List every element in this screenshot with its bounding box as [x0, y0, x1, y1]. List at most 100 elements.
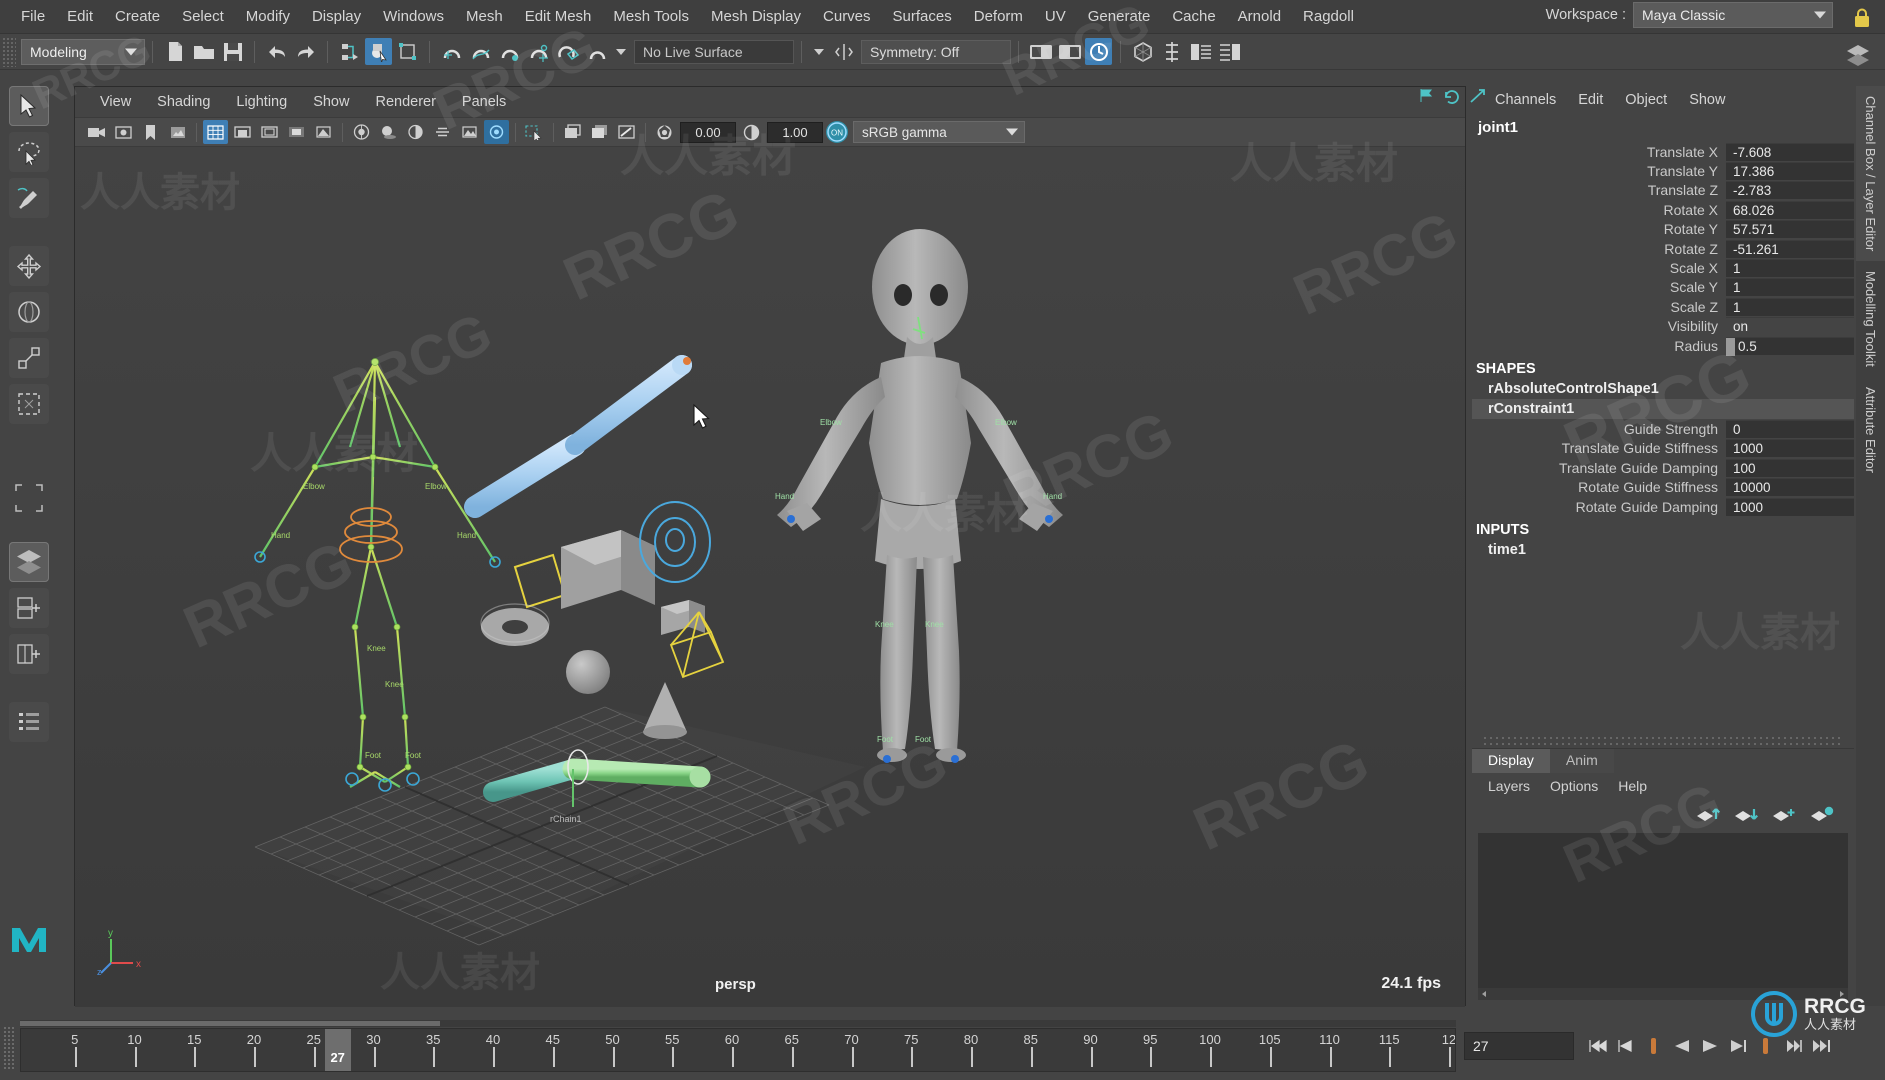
- depth-of-field-icon[interactable]: [484, 120, 509, 144]
- last-tool-used[interactable]: [9, 384, 49, 424]
- go-to-end-icon[interactable]: [1782, 1034, 1806, 1058]
- channel-row-rotate-z[interactable]: Rotate Z -51.261: [1472, 239, 1854, 258]
- channel-value-field[interactable]: -7.608: [1726, 143, 1854, 161]
- channel-row-rotate-guide-damping[interactable]: Rotate Guide Damping 1000: [1472, 497, 1854, 516]
- menu-item-edit[interactable]: Edit: [56, 6, 104, 27]
- gamma-icon[interactable]: [739, 120, 764, 144]
- bookmark-flag-icon[interactable]: [1418, 88, 1434, 104]
- menu-item-select[interactable]: Select: [171, 6, 235, 27]
- layout-single-pane-icon[interactable]: [9, 542, 49, 582]
- undo-view-icon[interactable]: [1443, 88, 1460, 104]
- channel-value-field[interactable]: -51.261: [1726, 240, 1854, 258]
- render-current-frame-icon[interactable]: [1027, 38, 1054, 65]
- new-scene-icon[interactable]: [161, 38, 188, 65]
- grid-display-icon[interactable]: [203, 120, 228, 144]
- tool-settings-icon[interactable]: [1187, 38, 1214, 65]
- layout-add-pane-icon[interactable]: [9, 588, 49, 628]
- channel-row-translate-z[interactable]: Translate Z -2.783: [1472, 181, 1854, 200]
- menu-item-mesh[interactable]: Mesh: [455, 6, 514, 27]
- scale-tool[interactable]: [9, 338, 49, 378]
- channel-row-rotate-guide-stiffness[interactable]: Rotate Guide Stiffness 10000: [1472, 477, 1854, 496]
- snap-to-projected-center-icon[interactable]: [525, 38, 552, 65]
- timeline-grip-handle[interactable]: [3, 1026, 15, 1070]
- channel-row-translate-guide-damping[interactable]: Translate Guide Damping 100: [1472, 458, 1854, 477]
- viewport-menu-show[interactable]: Show: [300, 92, 362, 112]
- multisample-aa-icon[interactable]: [457, 120, 482, 144]
- live-surface-field[interactable]: No Live Surface: [634, 40, 794, 64]
- channel-row-radius[interactable]: Radius 0.5: [1472, 336, 1854, 355]
- layer-menu-help[interactable]: Help: [1608, 776, 1657, 796]
- screen-space-ao-icon[interactable]: [403, 120, 428, 144]
- resolution-gate-icon[interactable]: [257, 120, 282, 144]
- step-forward-frame-icon[interactable]: [1726, 1034, 1750, 1058]
- snap-to-grid-icon[interactable]: [438, 38, 465, 65]
- symmetry-icon[interactable]: [830, 38, 857, 65]
- channel-box-menu-show[interactable]: Show: [1678, 90, 1736, 110]
- open-scene-icon[interactable]: [190, 38, 217, 65]
- redo-icon[interactable]: [292, 38, 319, 65]
- channel-row-translate-guide-stiffness[interactable]: Translate Guide Stiffness 1000: [1472, 439, 1854, 458]
- xray-joints-icon[interactable]: [614, 120, 639, 144]
- input-item-time1[interactable]: time1: [1472, 540, 1854, 560]
- viewport-menu-panels[interactable]: Panels: [449, 92, 519, 112]
- toolbar-grip-handle[interactable]: [2, 37, 16, 67]
- select-by-hierarchy-icon[interactable]: [336, 38, 363, 65]
- isolate-select-icon[interactable]: [560, 120, 585, 144]
- go-to-end-double-icon[interactable]: [1810, 1034, 1834, 1058]
- channel-value-field[interactable]: -2.783: [1726, 181, 1854, 199]
- channel-value-field[interactable]: 1000: [1726, 498, 1854, 516]
- channel-value-field[interactable]: 0: [1726, 420, 1854, 438]
- select-tool[interactable]: [9, 86, 49, 126]
- menu-item-curves[interactable]: Curves: [812, 6, 882, 27]
- bookmark-icon[interactable]: [138, 120, 163, 144]
- layer-new-selected-icon[interactable]: [1810, 805, 1834, 823]
- move-tool[interactable]: [9, 246, 49, 286]
- menu-item-file[interactable]: File: [10, 6, 56, 27]
- exposure-icon[interactable]: [652, 120, 677, 144]
- scroll-left-icon[interactable]: [1478, 988, 1490, 1000]
- channel-box-menu-edit[interactable]: Edit: [1567, 90, 1614, 110]
- menu-item-mesh-tools[interactable]: Mesh Tools: [602, 6, 700, 27]
- gate-mask-icon[interactable]: [284, 120, 309, 144]
- viewport-menu-view[interactable]: View: [87, 92, 144, 112]
- viewport-menu-shading[interactable]: Shading: [144, 92, 223, 112]
- vtab-modelling-toolkit[interactable]: Modelling Toolkit: [1856, 261, 1885, 377]
- shape-item-rabsolutecontrolshape1[interactable]: rAbsoluteControlShape1: [1472, 379, 1854, 399]
- channel-value-field[interactable]: 0.5: [1726, 337, 1854, 355]
- symmetry-dropdown[interactable]: Symmetry: Off: [861, 40, 1011, 64]
- layer-new-icon[interactable]: [1772, 805, 1796, 823]
- menu-item-mesh-display[interactable]: Mesh Display: [700, 6, 812, 27]
- current-time-indicator[interactable]: 27: [325, 1029, 351, 1071]
- lock-icon[interactable]: [1847, 4, 1877, 32]
- menu-item-arnold[interactable]: Arnold: [1227, 6, 1292, 27]
- select-camera-icon[interactable]: [84, 120, 109, 144]
- exposure-field[interactable]: 0.00: [680, 122, 736, 143]
- step-back-keyframe-icon[interactable]: [1614, 1034, 1638, 1058]
- shape-item-rconstraint1[interactable]: rConstraint1: [1472, 399, 1854, 419]
- save-scene-icon[interactable]: [219, 38, 246, 65]
- play-backwards-icon[interactable]: [1670, 1034, 1694, 1058]
- channel-value-field[interactable]: 57.571: [1726, 220, 1854, 238]
- channel-value-field[interactable]: 100: [1726, 459, 1854, 477]
- menu-item-ragdoll[interactable]: Ragdoll: [1292, 6, 1365, 27]
- menu-set-dropdown[interactable]: Modeling: [21, 39, 145, 65]
- two-sided-lighting-icon[interactable]: [349, 120, 374, 144]
- layer-move-down-icon[interactable]: [1734, 805, 1758, 823]
- marquee-select-icon[interactable]: [522, 120, 547, 144]
- render-settings-icon[interactable]: [1085, 38, 1112, 65]
- exposure-ramp-icon[interactable]: [311, 120, 336, 144]
- chevron-down-icon[interactable]: [616, 49, 626, 55]
- gamma-field[interactable]: 1.00: [767, 122, 823, 143]
- time-range-bar[interactable]: [20, 1020, 1456, 1027]
- undo-icon[interactable]: [263, 38, 290, 65]
- menu-item-edit-mesh[interactable]: Edit Mesh: [514, 6, 603, 27]
- ipr-render-icon[interactable]: [1056, 38, 1083, 65]
- film-gate-icon[interactable]: [230, 120, 255, 144]
- panel-splitter-handle[interactable]: [1482, 736, 1844, 748]
- color-management-toggle-icon[interactable]: ON: [826, 121, 848, 143]
- shelf-layers-icon[interactable]: [1845, 42, 1871, 68]
- vtab-channel-box-layer-editor[interactable]: Channel Box / Layer Editor: [1856, 86, 1885, 261]
- rotate-tool[interactable]: [9, 292, 49, 332]
- menu-item-uv[interactable]: UV: [1034, 6, 1077, 27]
- magnet-icon[interactable]: [583, 38, 610, 65]
